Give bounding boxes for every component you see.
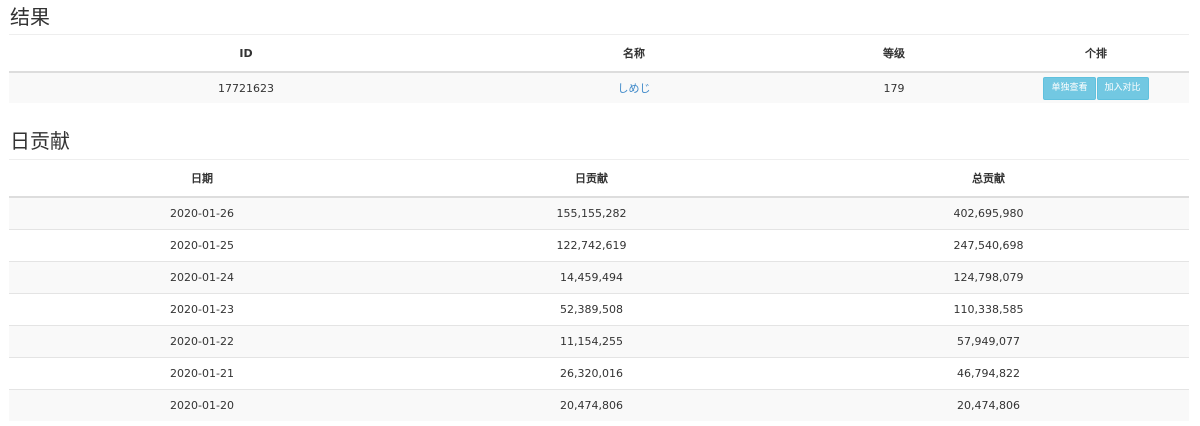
row-date: 2020-01-25	[9, 229, 395, 262]
row-date: 2020-01-22	[9, 325, 395, 358]
daily-contribution-table: 日期 日贡献 总贡献 2020-01-26 155,155,282 402,69…	[9, 160, 1189, 421]
table-row: 2020-01-22 11,154,255 57,949,077	[9, 325, 1189, 358]
row-total: 46,794,822	[788, 357, 1189, 390]
row-daily: 26,320,016	[395, 357, 788, 390]
daily-table-header: 日期 日贡献 总贡献	[9, 160, 1189, 198]
table-row: 2020-01-20 20,474,806 20,474,806	[9, 389, 1189, 421]
row-daily: 122,742,619	[395, 229, 788, 262]
row-date: 2020-01-26	[9, 196, 395, 230]
row-total: 124,798,079	[788, 261, 1189, 294]
row-daily: 14,459,494	[395, 261, 788, 294]
column-header-ranking: 个排	[1003, 35, 1189, 73]
result-table: ID 名称 等级 个排 17721623 しめじ 179 单独查看 加入对比	[9, 35, 1189, 103]
column-header-daily: 日贡献	[395, 160, 788, 198]
row-total: 247,540,698	[788, 229, 1189, 262]
table-row: 17721623 しめじ 179 单独查看 加入对比	[9, 71, 1189, 103]
view-single-button[interactable]: 单独查看	[1043, 76, 1096, 100]
table-row: 2020-01-23 52,389,508 110,338,585	[9, 293, 1189, 326]
row-date: 2020-01-20	[9, 389, 395, 421]
column-header-name: 名称	[483, 35, 785, 73]
row-daily: 52,389,508	[395, 293, 788, 326]
player-id: 17721623	[9, 71, 483, 103]
row-date: 2020-01-21	[9, 357, 395, 390]
player-name-cell: しめじ	[483, 71, 785, 103]
player-level: 179	[785, 71, 1003, 103]
table-row: 2020-01-21 26,320,016 46,794,822	[9, 357, 1189, 390]
table-row: 2020-01-24 14,459,494 124,798,079	[9, 261, 1189, 294]
table-row: 2020-01-25 122,742,619 247,540,698	[9, 229, 1189, 262]
page-content: 结果 ID 名称 等级 个排 17721623 しめじ 179 单独查看 加入对比	[9, 0, 1189, 421]
row-daily: 11,154,255	[395, 325, 788, 358]
result-section-title: 结果	[9, 0, 1189, 35]
column-header-id: ID	[9, 35, 483, 73]
add-compare-button[interactable]: 加入对比	[1096, 76, 1149, 100]
row-total: 20,474,806	[788, 389, 1189, 421]
ranking-actions: 单独查看 加入对比	[1003, 71, 1189, 103]
table-row: 2020-01-26 155,155,282 402,695,980	[9, 196, 1189, 230]
row-total: 402,695,980	[788, 196, 1189, 230]
row-date: 2020-01-23	[9, 293, 395, 326]
column-header-level: 等级	[785, 35, 1003, 73]
column-header-date: 日期	[9, 160, 395, 198]
result-table-header: ID 名称 等级 个排	[9, 35, 1189, 73]
row-total: 110,338,585	[788, 293, 1189, 326]
daily-section-title: 日贡献	[9, 123, 1189, 160]
row-daily: 155,155,282	[395, 196, 788, 230]
player-name-link[interactable]: しめじ	[618, 82, 651, 95]
row-daily: 20,474,806	[395, 389, 788, 421]
row-date: 2020-01-24	[9, 261, 395, 294]
row-total: 57,949,077	[788, 325, 1189, 358]
column-header-total: 总贡献	[788, 160, 1189, 198]
